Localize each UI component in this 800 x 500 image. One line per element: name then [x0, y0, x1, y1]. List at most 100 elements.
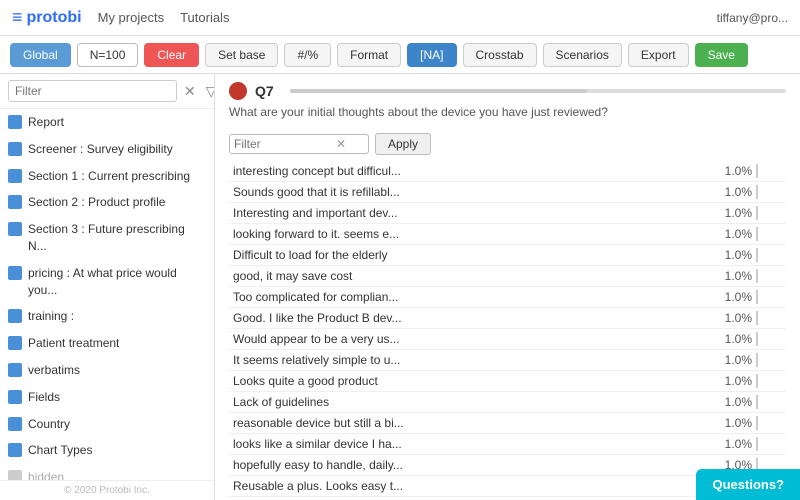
row-text-4: Difficult to load for the elderly [229, 244, 706, 265]
row-value-9: 1.0% [706, 349, 756, 370]
table-row[interactable]: Difficult to load for the elderly 1.0% [229, 244, 786, 265]
question-dot [229, 82, 247, 100]
sidebar-item-11[interactable]: Chart Types [0, 437, 214, 464]
user-label: tiffany@pro... [717, 11, 788, 25]
global-button[interactable]: Global [10, 43, 71, 67]
table-row[interactable]: It seems relatively simple to u... 1.0% [229, 349, 786, 370]
row-bar-3 [756, 223, 786, 244]
sidebar-item-0[interactable]: Report [0, 109, 214, 136]
sidebar-item-label-10: Country [28, 416, 70, 433]
questions-button[interactable]: Questions? [696, 469, 800, 500]
content-filter-input[interactable] [234, 137, 334, 151]
table-row[interactable]: looking forward to it. seems e... 1.0% [229, 223, 786, 244]
table-row[interactable]: Interesting and important dev... 1.0% [229, 202, 786, 223]
filter-row: ✕ Apply [215, 129, 800, 161]
row-text-3: looking forward to it. seems e... [229, 223, 706, 244]
content-filter-clear-icon[interactable]: ✕ [334, 137, 348, 151]
save-button[interactable]: Save [695, 43, 748, 67]
sidebar-item-2[interactable]: Section 1 : Current prescribing [0, 163, 214, 190]
sidebar-item-label-5: pricing : At what price would you... [28, 265, 206, 299]
row-text-0: interesting concept but difficul... [229, 161, 706, 182]
format-button[interactable]: Format [337, 43, 401, 67]
my-projects-link[interactable]: My projects [98, 10, 164, 25]
table-row[interactable]: interesting concept but difficul... 1.0% [229, 161, 786, 182]
row-value-6: 1.0% [706, 286, 756, 307]
sidebar: ✕ ▽ △ Report Screener : Survey eligibili… [0, 74, 215, 500]
filter-down-icon[interactable]: ▽ [203, 81, 215, 102]
row-value-12: 1.0% [706, 412, 756, 433]
table-row[interactable]: Lack of guidelines 1.0% [229, 391, 786, 412]
top-nav: ≡ protobi My projects Tutorials tiffany@… [0, 0, 800, 36]
sidebar-item-color-9 [8, 390, 22, 404]
data-table: interesting concept but difficul... 1.0%… [229, 161, 786, 500]
row-value-10: 1.0% [706, 370, 756, 391]
n-button[interactable]: N=100 [77, 43, 139, 67]
row-bar-7 [756, 307, 786, 328]
sidebar-item-12[interactable]: hidden [0, 464, 214, 480]
data-table-wrap: interesting concept but difficul... 1.0%… [215, 161, 800, 500]
row-text-13: looks like a similar device I ha... [229, 433, 706, 454]
row-text-9: It seems relatively simple to u... [229, 349, 706, 370]
sidebar-item-5[interactable]: pricing : At what price would you... [0, 260, 214, 304]
sidebar-item-9[interactable]: Fields [0, 384, 214, 411]
apply-button[interactable]: Apply [375, 133, 431, 155]
sidebar-item-7[interactable]: Patient treatment [0, 330, 214, 357]
sidebar-filter-row: ✕ ▽ △ [0, 74, 214, 109]
row-text-10: Looks quite a good product [229, 370, 706, 391]
row-value-11: 1.0% [706, 391, 756, 412]
main-layout: ✕ ▽ △ Report Screener : Survey eligibili… [0, 74, 800, 500]
sidebar-item-4[interactable]: Section 3 : Future prescribing N... [0, 216, 214, 260]
table-row[interactable]: Too complicated for complian... 1.0% [229, 286, 786, 307]
filter-clear-icon[interactable]: ✕ [181, 81, 199, 102]
sidebar-item-label-6: training : [28, 308, 74, 325]
sidebar-item-label-8: verbatims [28, 362, 80, 379]
set-base-button[interactable]: Set base [205, 43, 278, 67]
sidebar-item-label-4: Section 3 : Future prescribing N... [28, 221, 206, 255]
table-row[interactable]: good, it may save cost 1.0% [229, 265, 786, 286]
table-row[interactable]: Would appear to be a very us... 1.0% [229, 328, 786, 349]
sidebar-item-1[interactable]: Screener : Survey eligibility [0, 136, 214, 163]
question-header: Q7 [215, 74, 800, 104]
sidebar-item-3[interactable]: Section 2 : Product profile [0, 189, 214, 216]
table-row[interactable]: looks like a similar device I ha... 1.0% [229, 433, 786, 454]
row-bar-2 [756, 202, 786, 223]
row-value-4: 1.0% [706, 244, 756, 265]
row-value-0: 1.0% [706, 161, 756, 182]
sidebar-item-label-11: Chart Types [28, 442, 92, 459]
crosstab-button[interactable]: Crosstab [463, 43, 537, 67]
row-text-15: Reusable a plus. Looks easy t... [229, 475, 706, 496]
sidebar-item-10[interactable]: Country [0, 411, 214, 438]
sidebar-item-color-5 [8, 266, 22, 280]
row-value-2: 1.0% [706, 202, 756, 223]
na-button[interactable]: [NA] [407, 43, 456, 67]
sidebar-filter-input[interactable] [8, 80, 177, 102]
row-value-5: 1.0% [706, 265, 756, 286]
row-bar-12 [756, 412, 786, 433]
table-row[interactable]: reasonable device but still a bi... 1.0% [229, 412, 786, 433]
sidebar-item-color-6 [8, 309, 22, 323]
question-progress-bar [290, 89, 786, 93]
sidebar-item-6[interactable]: training : [0, 303, 214, 330]
logo[interactable]: ≡ protobi [12, 7, 82, 28]
sidebar-item-label-2: Section 1 : Current prescribing [28, 168, 190, 185]
hash-button[interactable]: #/% [284, 43, 331, 67]
row-text-2: Interesting and important dev... [229, 202, 706, 223]
row-bar-9 [756, 349, 786, 370]
table-row[interactable]: Looks quite a good product 1.0% [229, 370, 786, 391]
row-bar-0 [756, 161, 786, 182]
sidebar-item-color-8 [8, 363, 22, 377]
sidebar-item-label-9: Fields [28, 389, 60, 406]
row-text-16: Looks similar to Product B. T... [229, 496, 706, 500]
scenarios-button[interactable]: Scenarios [543, 43, 622, 67]
tutorials-link[interactable]: Tutorials [180, 10, 229, 25]
export-button[interactable]: Export [628, 43, 689, 67]
table-row[interactable]: Good. I like the Product B dev... 1.0% [229, 307, 786, 328]
sidebar-item-color-10 [8, 417, 22, 431]
clear-button[interactable]: Clear [144, 43, 199, 67]
row-text-5: good, it may save cost [229, 265, 706, 286]
row-text-8: Would appear to be a very us... [229, 328, 706, 349]
sidebar-item-color-11 [8, 443, 22, 457]
row-text-14: hopefully easy to handle, daily... [229, 454, 706, 475]
sidebar-item-8[interactable]: verbatims [0, 357, 214, 384]
table-row[interactable]: Sounds good that it is refillabl... 1.0% [229, 181, 786, 202]
